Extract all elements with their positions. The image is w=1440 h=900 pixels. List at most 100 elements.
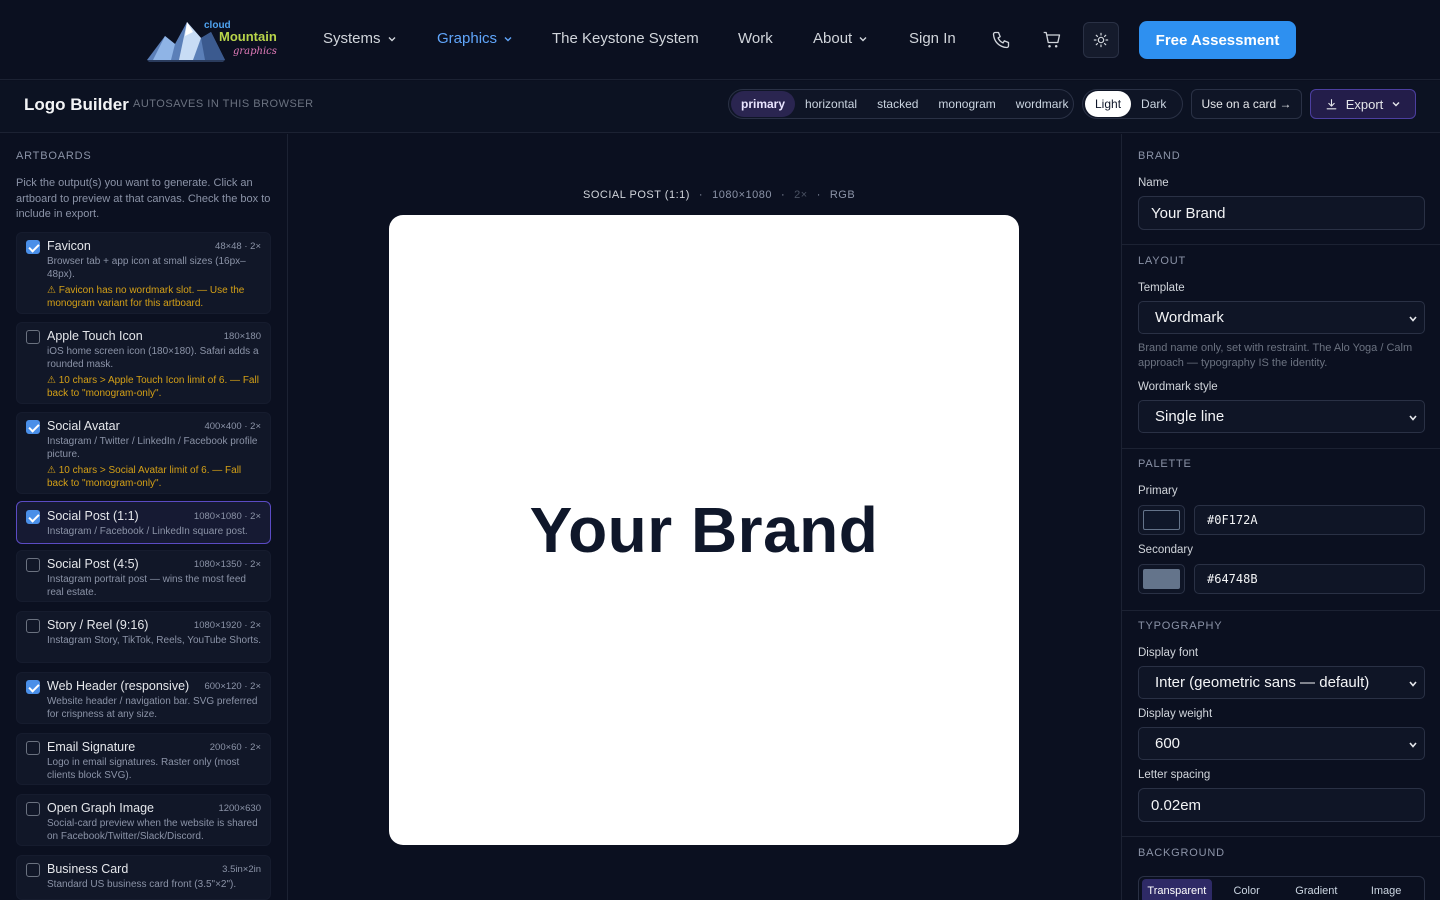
artboard-name: Email Signature <box>47 740 136 754</box>
top-navigation: cloud Mountain graphics Systems Graphics… <box>0 0 1440 80</box>
chevron-down-icon <box>1409 415 1417 421</box>
nav-keystone[interactable]: The Keystone System <box>552 30 699 47</box>
secondary-color-swatch[interactable] <box>1138 564 1185 594</box>
nav-graphics[interactable]: Graphics <box>437 30 513 47</box>
template-help: Brand name only, set with restraint. The… <box>1138 342 1413 369</box>
artboard-card-apple-touch-icon[interactable]: Apple Touch Icon 180×180 iOS home screen… <box>16 322 271 404</box>
artboard-desc: Instagram Story, TikTok, Reels, YouTube … <box>47 635 261 646</box>
background-gradient[interactable]: Gradient <box>1282 879 1352 900</box>
artboard-dims: 1080×1080 · 2× <box>193 511 261 522</box>
artboard-checkbox[interactable] <box>26 558 40 572</box>
palette-heading: PALETTE <box>1138 458 1192 470</box>
display-weight-select[interactable]: 600 <box>1138 727 1425 760</box>
nav-about[interactable]: About <box>813 30 868 47</box>
artboard-checkbox[interactable] <box>26 330 40 344</box>
theme-light[interactable]: Light <box>1085 91 1132 117</box>
letter-spacing-input[interactable]: 0.02em <box>1138 788 1425 822</box>
theme-dark[interactable]: Dark <box>1131 91 1176 117</box>
sun-icon <box>1093 32 1109 48</box>
artboard-card-social-post-4x5[interactable]: Social Post (4:5) 1080×1350 · 2× Instagr… <box>16 550 271 602</box>
artboard-name: Social Avatar <box>47 419 120 433</box>
theme-selector: Light Dark <box>1082 89 1183 119</box>
properties-panel: BRAND Name Your Brand LAYOUT Template Wo… <box>1121 134 1440 900</box>
artboard-checkbox[interactable] <box>26 420 40 434</box>
nav-sign-in[interactable]: Sign In <box>909 30 956 47</box>
chevron-down-icon <box>859 36 867 41</box>
secondary-color-input[interactable]: #64748B <box>1194 564 1425 594</box>
export-label: Export <box>1345 96 1384 112</box>
artboard-dims: 1200×630 <box>218 803 261 814</box>
artboard-checkbox[interactable] <box>26 863 40 877</box>
artboard-checkbox[interactable] <box>26 680 40 694</box>
nav-work[interactable]: Work <box>738 30 773 47</box>
background-image[interactable]: Image <box>1351 879 1421 900</box>
site-logo[interactable]: cloud Mountain graphics <box>145 14 285 64</box>
artboards-heading: ARTBOARDS <box>16 150 92 162</box>
artboard-checkbox[interactable] <box>26 240 40 254</box>
artboard-warning: ⚠ 10 chars > Social Avatar limit of 6. —… <box>47 465 242 489</box>
display-weight-value: 600 <box>1155 735 1181 752</box>
variant-stacked[interactable]: stacked <box>867 91 928 117</box>
canvas-dims: 1080×1080 <box>712 189 772 201</box>
mountain-logo-icon: cloud Mountain graphics <box>147 20 277 62</box>
theme-toggle-button[interactable] <box>1083 22 1119 58</box>
artboard-card-social-post-1x1[interactable]: Social Post (1:1) 1080×1080 · 2× Instagr… <box>16 501 271 544</box>
nav-work-label: Work <box>738 30 773 47</box>
nav-systems[interactable]: Systems <box>323 30 397 47</box>
background-color[interactable]: Color <box>1212 879 1282 900</box>
artboard-checkbox[interactable] <box>26 741 40 755</box>
artboard-name: Apple Touch Icon <box>47 329 143 343</box>
artboard-name: Social Post (4:5) <box>47 557 139 571</box>
artboard-card-story-reel[interactable]: Story / Reel (9:16) 1080×1920 · 2× Insta… <box>16 611 271 663</box>
variant-horizontal[interactable]: horizontal <box>795 91 867 117</box>
chevron-down-icon <box>1409 681 1417 687</box>
variant-primary[interactable]: primary <box>731 91 796 117</box>
chevron-down-icon <box>1409 742 1417 748</box>
artboard-card-email-signature[interactable]: Email Signature 200×60 · 2× Logo in emai… <box>16 733 271 785</box>
artboard-card-open-graph[interactable]: Open Graph Image 1200×630 Social-card pr… <box>16 794 271 846</box>
artboard-checkbox[interactable] <box>26 510 40 524</box>
chevron-down-icon <box>1409 316 1417 322</box>
secondary-color-label: Secondary <box>1138 544 1193 556</box>
canvas-label: SOCIAL POST (1:1) <box>583 189 690 201</box>
cart-button[interactable] <box>1034 22 1070 58</box>
display-font-select[interactable]: Inter (geometric sans — default) <box>1138 666 1425 699</box>
phone-button[interactable] <box>983 22 1019 58</box>
autosave-note: AUTOSAVES IN THIS BROWSER <box>133 98 314 110</box>
brand-name-input[interactable]: Your Brand <box>1138 196 1425 230</box>
svg-text:Mountain: Mountain <box>219 29 277 44</box>
display-font-label: Display font <box>1138 647 1199 659</box>
artboard-name: Favicon <box>47 239 91 253</box>
use-on-card-button[interactable]: Use on a card → <box>1191 89 1302 119</box>
export-button[interactable]: Export <box>1310 89 1416 119</box>
artboard-dims: 400×400 · 2× <box>204 421 261 432</box>
nav-sign-in-label: Sign In <box>909 30 956 47</box>
canvas-scale: 2× <box>794 189 808 201</box>
template-value: Wordmark <box>1155 309 1224 326</box>
artboard-card-business-card[interactable]: Business Card 3.5in×2in Standard US busi… <box>16 855 271 900</box>
primary-color-swatch[interactable] <box>1138 505 1185 535</box>
template-select[interactable]: Wordmark <box>1138 301 1425 334</box>
artboard-card-web-header[interactable]: Web Header (responsive) 600×120 · 2× Web… <box>16 672 271 724</box>
background-heading: BACKGROUND <box>1138 847 1225 859</box>
artboard-dims: 1080×1920 · 2× <box>193 620 261 631</box>
download-icon <box>1326 98 1337 109</box>
artboard-checkbox[interactable] <box>26 802 40 816</box>
artboard-preview[interactable]: Your Brand <box>389 215 1019 845</box>
nav-about-label: About <box>813 30 853 47</box>
meta-separator: · <box>780 189 786 201</box>
brand-heading: BRAND <box>1138 150 1181 162</box>
free-assessment-button[interactable]: Free Assessment <box>1139 21 1296 59</box>
artboard-dims: 48×48 · 2× <box>215 241 261 252</box>
meta-separator: · <box>698 189 704 201</box>
artboard-checkbox[interactable] <box>26 619 40 633</box>
brand-wordmark: Your Brand <box>529 494 879 566</box>
svg-text:graphics: graphics <box>233 46 277 57</box>
wordmark-style-select[interactable]: Single line <box>1138 400 1425 433</box>
background-transparent[interactable]: Transparent <box>1142 879 1212 900</box>
primary-color-input[interactable]: #0F172A <box>1194 505 1425 535</box>
artboard-card-social-avatar[interactable]: Social Avatar 400×400 · 2× Instagram / T… <box>16 412 271 494</box>
artboard-card-favicon[interactable]: Favicon 48×48 · 2× Browser tab + app ico… <box>16 232 271 314</box>
variant-wordmark[interactable]: wordmark <box>1006 91 1079 117</box>
variant-monogram[interactable]: monogram <box>928 91 1005 117</box>
